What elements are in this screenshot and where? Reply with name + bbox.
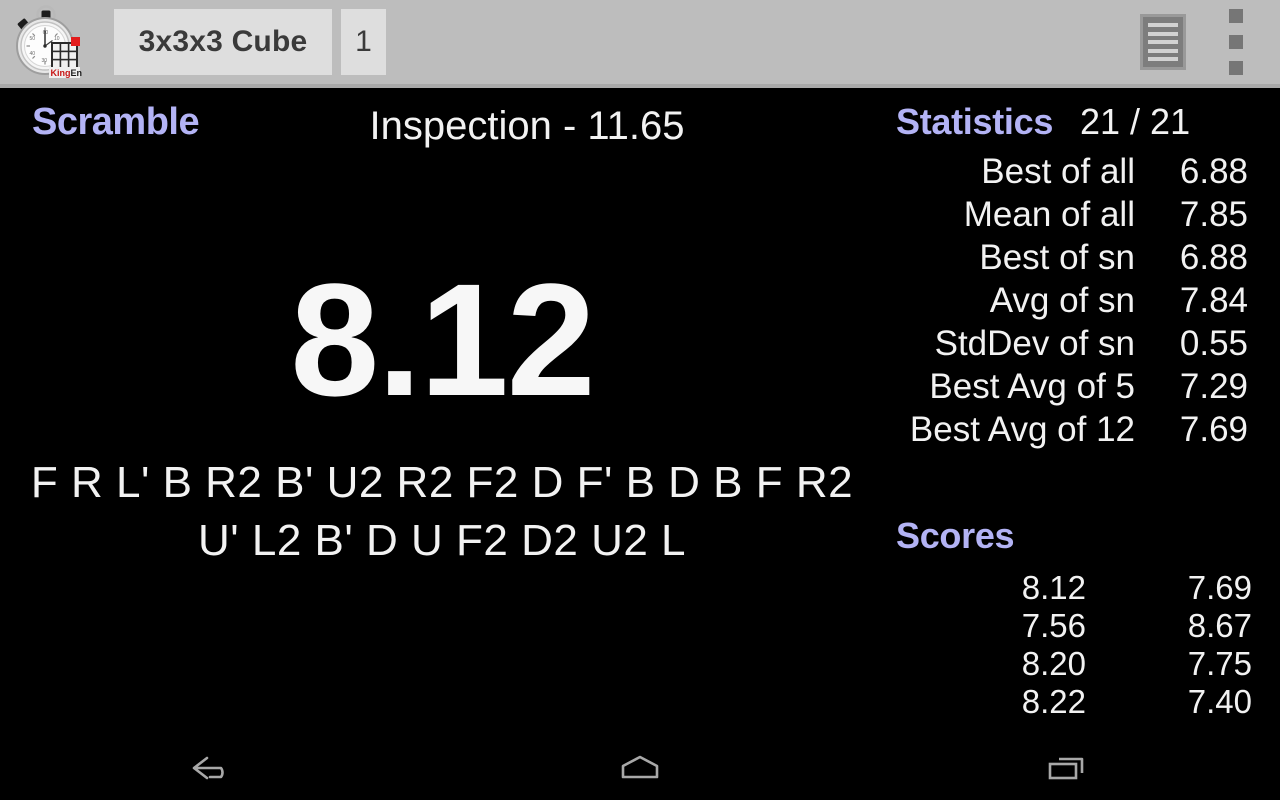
statistics-header: Statistics 21 / 21 [884, 101, 1280, 147]
statistic-value: 6.88 [1179, 152, 1248, 191]
nav-home-button[interactable] [427, 736, 854, 800]
statistic-label: Best of all [981, 152, 1135, 191]
overflow-menu-icon [1229, 9, 1243, 75]
statistic-label: Best of sn [979, 238, 1135, 277]
scramble-text[interactable]: F R L' B R2 B' U2 R2 F2 D F' B D B F R2 … [20, 454, 864, 570]
svg-text:50: 50 [30, 36, 36, 42]
score-value: 8.12 [1021, 569, 1086, 606]
score-value: 7.40 [1187, 683, 1252, 720]
scramble-line: U' L2 B' D U F2 D2 U2 L [197, 516, 687, 565]
statistic-value: 7.84 [1179, 281, 1248, 320]
svg-text:40: 40 [30, 51, 36, 57]
statistic-row: Avg of sn 7.84 [884, 279, 1280, 322]
stopwatch-cube-logo-icon: 60 50 40 30 20 10 [8, 4, 84, 80]
score-value: 8.20 [1021, 645, 1086, 682]
app-root: 60 50 40 30 20 10 [0, 0, 1280, 800]
score-row[interactable]: 8.12 7.69 [884, 569, 1280, 607]
inspection-label: Inspection - 11.65 [369, 104, 685, 148]
recent-apps-icon [1044, 751, 1090, 785]
list-icon [1140, 14, 1186, 70]
statistic-row: Best of all 6.88 [884, 150, 1280, 193]
statistic-label: Best Avg of 5 [929, 367, 1135, 406]
score-value: 8.67 [1187, 607, 1252, 644]
statistic-label: StdDev of sn [934, 324, 1135, 363]
svg-text:10: 10 [54, 36, 60, 42]
overflow-menu-button[interactable] [1214, 0, 1258, 84]
nav-back-button[interactable] [0, 736, 427, 800]
statistic-label: Mean of all [963, 195, 1135, 234]
score-row[interactable]: 7.56 8.67 [884, 607, 1280, 645]
statistic-value: 0.55 [1179, 324, 1248, 363]
puzzle-type-spinner[interactable]: 3x3x3 Cube [114, 9, 332, 75]
back-arrow-icon [190, 751, 236, 785]
statistic-value: 6.88 [1179, 238, 1248, 277]
score-value: 7.75 [1187, 645, 1252, 682]
svg-text:KingEn: KingEn [51, 68, 83, 78]
scores-list[interactable]: 8.12 7.69 7.56 8.67 8.20 7.75 8.22 7.40 [884, 569, 1280, 721]
scores-heading: Scores [896, 515, 1015, 556]
main-content: Scramble Inspection - 11.65 8.12 F R L' … [0, 88, 1280, 736]
score-value: 7.69 [1187, 569, 1252, 606]
statistics-count: 21 / 21 [1080, 101, 1191, 142]
score-row[interactable]: 8.20 7.75 [884, 645, 1280, 683]
statistics-list: Best of all 6.88 Mean of all 7.85 Best of … [884, 150, 1280, 451]
home-icon [615, 751, 665, 785]
statistic-row: StdDev of sn 0.55 [884, 322, 1280, 365]
nav-recents-button[interactable] [853, 736, 1280, 800]
action-bar: 60 50 40 30 20 10 [0, 0, 1280, 84]
session-spinner-value: 1 [355, 25, 372, 58]
timer-pane[interactable]: Scramble Inspection - 11.65 8.12 F R L' … [0, 88, 884, 736]
statistic-row: Mean of all 7.85 [884, 193, 1280, 236]
svg-text:30: 30 [42, 58, 48, 64]
score-value: 8.22 [1021, 683, 1086, 720]
puzzle-type-spinner-value: 3x3x3 Cube [138, 25, 308, 58]
system-nav-bar [0, 736, 1280, 800]
scramble-line: F R L' B R2 B' U2 R2 F2 D F' B D B F R2 [30, 458, 854, 507]
session-spinner[interactable]: 1 [341, 9, 386, 75]
score-value: 7.56 [1021, 607, 1086, 644]
statistic-row: Best Avg of 12 7.69 [884, 408, 1280, 451]
statistic-row: Best of sn 6.88 [884, 236, 1280, 279]
statistic-value: 7.29 [1179, 367, 1248, 406]
statistic-row: Best Avg of 5 7.29 [884, 365, 1280, 408]
stats-pane: Statistics 21 / 21 Best of all 6.88 Mean … [884, 88, 1280, 736]
session-list-button[interactable] [1132, 0, 1194, 84]
statistics-heading: Statistics [896, 101, 1054, 142]
statistic-value: 7.85 [1179, 195, 1248, 234]
statistic-label: Avg of sn [989, 281, 1135, 320]
statistic-value: 7.69 [1179, 410, 1248, 449]
timer-display[interactable]: 8.12 [0, 260, 884, 420]
statistic-label: Best Avg of 12 [909, 410, 1135, 449]
score-row[interactable]: 8.22 7.40 [884, 683, 1280, 721]
